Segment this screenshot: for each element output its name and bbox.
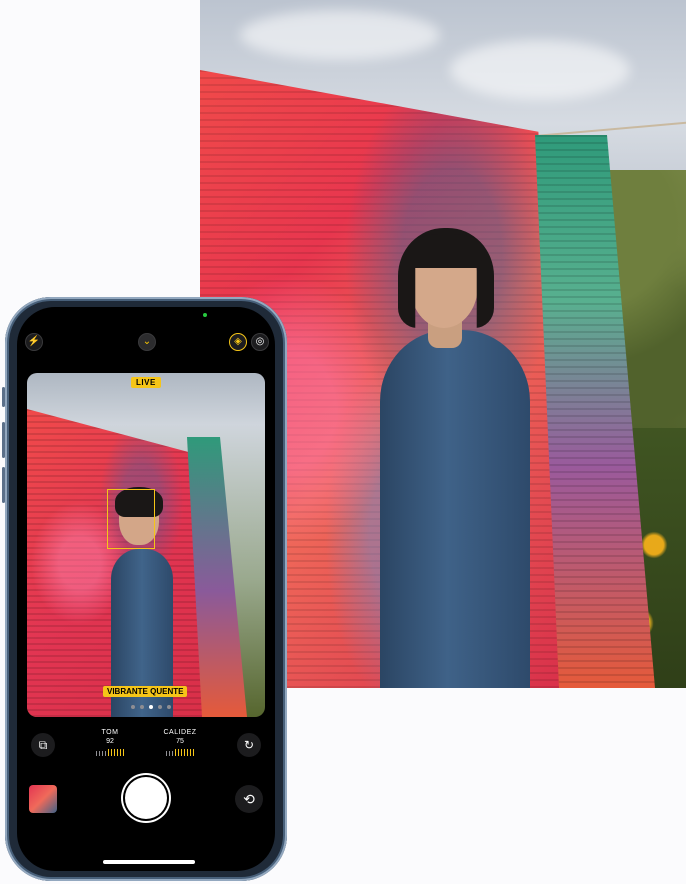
reset-icon[interactable]: ↻ <box>237 733 261 757</box>
live-badge: LIVE <box>131 377 161 388</box>
camera-screen: ⚡ ⌄ ◈ ◎ LIVE VIBRANTE QUENTE ⧉ TOM 92 CA… <box>17 307 275 871</box>
camera-in-use-indicator <box>203 313 207 317</box>
person-bangs <box>410 234 482 268</box>
style-dot[interactable] <box>167 705 171 709</box>
styles-icon[interactable]: ⧉ <box>31 733 55 757</box>
home-indicator[interactable] <box>103 860 195 864</box>
style-badge: VIBRANTE QUENTE <box>103 686 188 697</box>
style-dot[interactable] <box>131 705 135 709</box>
last-photo-thumbnail[interactable] <box>29 785 57 813</box>
warmth-control[interactable]: CALIDEZ 75 <box>157 729 203 756</box>
warmth-label: CALIDEZ <box>163 729 197 736</box>
warmth-value: 75 <box>176 738 184 745</box>
style-dot[interactable] <box>158 705 162 709</box>
face-detection-box <box>107 489 155 549</box>
style-controls: ⧉ TOM 92 CALIDEZ 75 ↻ <box>17 727 275 777</box>
viewfinder[interactable]: LIVE VIBRANTE QUENTE <box>27 373 265 717</box>
person-coat <box>380 330 530 688</box>
shutter-button[interactable] <box>125 777 167 819</box>
volume-up-button <box>2 422 5 458</box>
live-photo-icon[interactable]: ◎ <box>251 333 269 351</box>
warmth-slider[interactable] <box>157 749 203 756</box>
flash-icon[interactable]: ⚡ <box>25 333 43 351</box>
style-dot[interactable] <box>140 705 144 709</box>
chevron-down-icon[interactable]: ⌄ <box>138 333 156 351</box>
tone-value: 92 <box>106 738 114 745</box>
tone-control[interactable]: TOM 92 <box>87 729 133 756</box>
iphone-device: ⚡ ⌄ ◈ ◎ LIVE VIBRANTE QUENTE ⧉ TOM 92 CA… <box>2 297 287 881</box>
cloud <box>450 40 630 100</box>
cloud <box>240 10 440 60</box>
clothesline <box>530 120 686 138</box>
notch <box>99 307 195 329</box>
photographic-styles-icon[interactable]: ◈ <box>229 333 247 351</box>
camera-flip-icon[interactable]: ⟲ <box>235 785 263 813</box>
volume-down-button <box>2 467 5 503</box>
tone-slider[interactable] <box>87 749 133 756</box>
style-dot-active[interactable] <box>149 705 153 709</box>
style-page-dots[interactable] <box>131 705 171 709</box>
mute-switch <box>2 387 5 407</box>
tone-label: TOM <box>101 729 119 736</box>
